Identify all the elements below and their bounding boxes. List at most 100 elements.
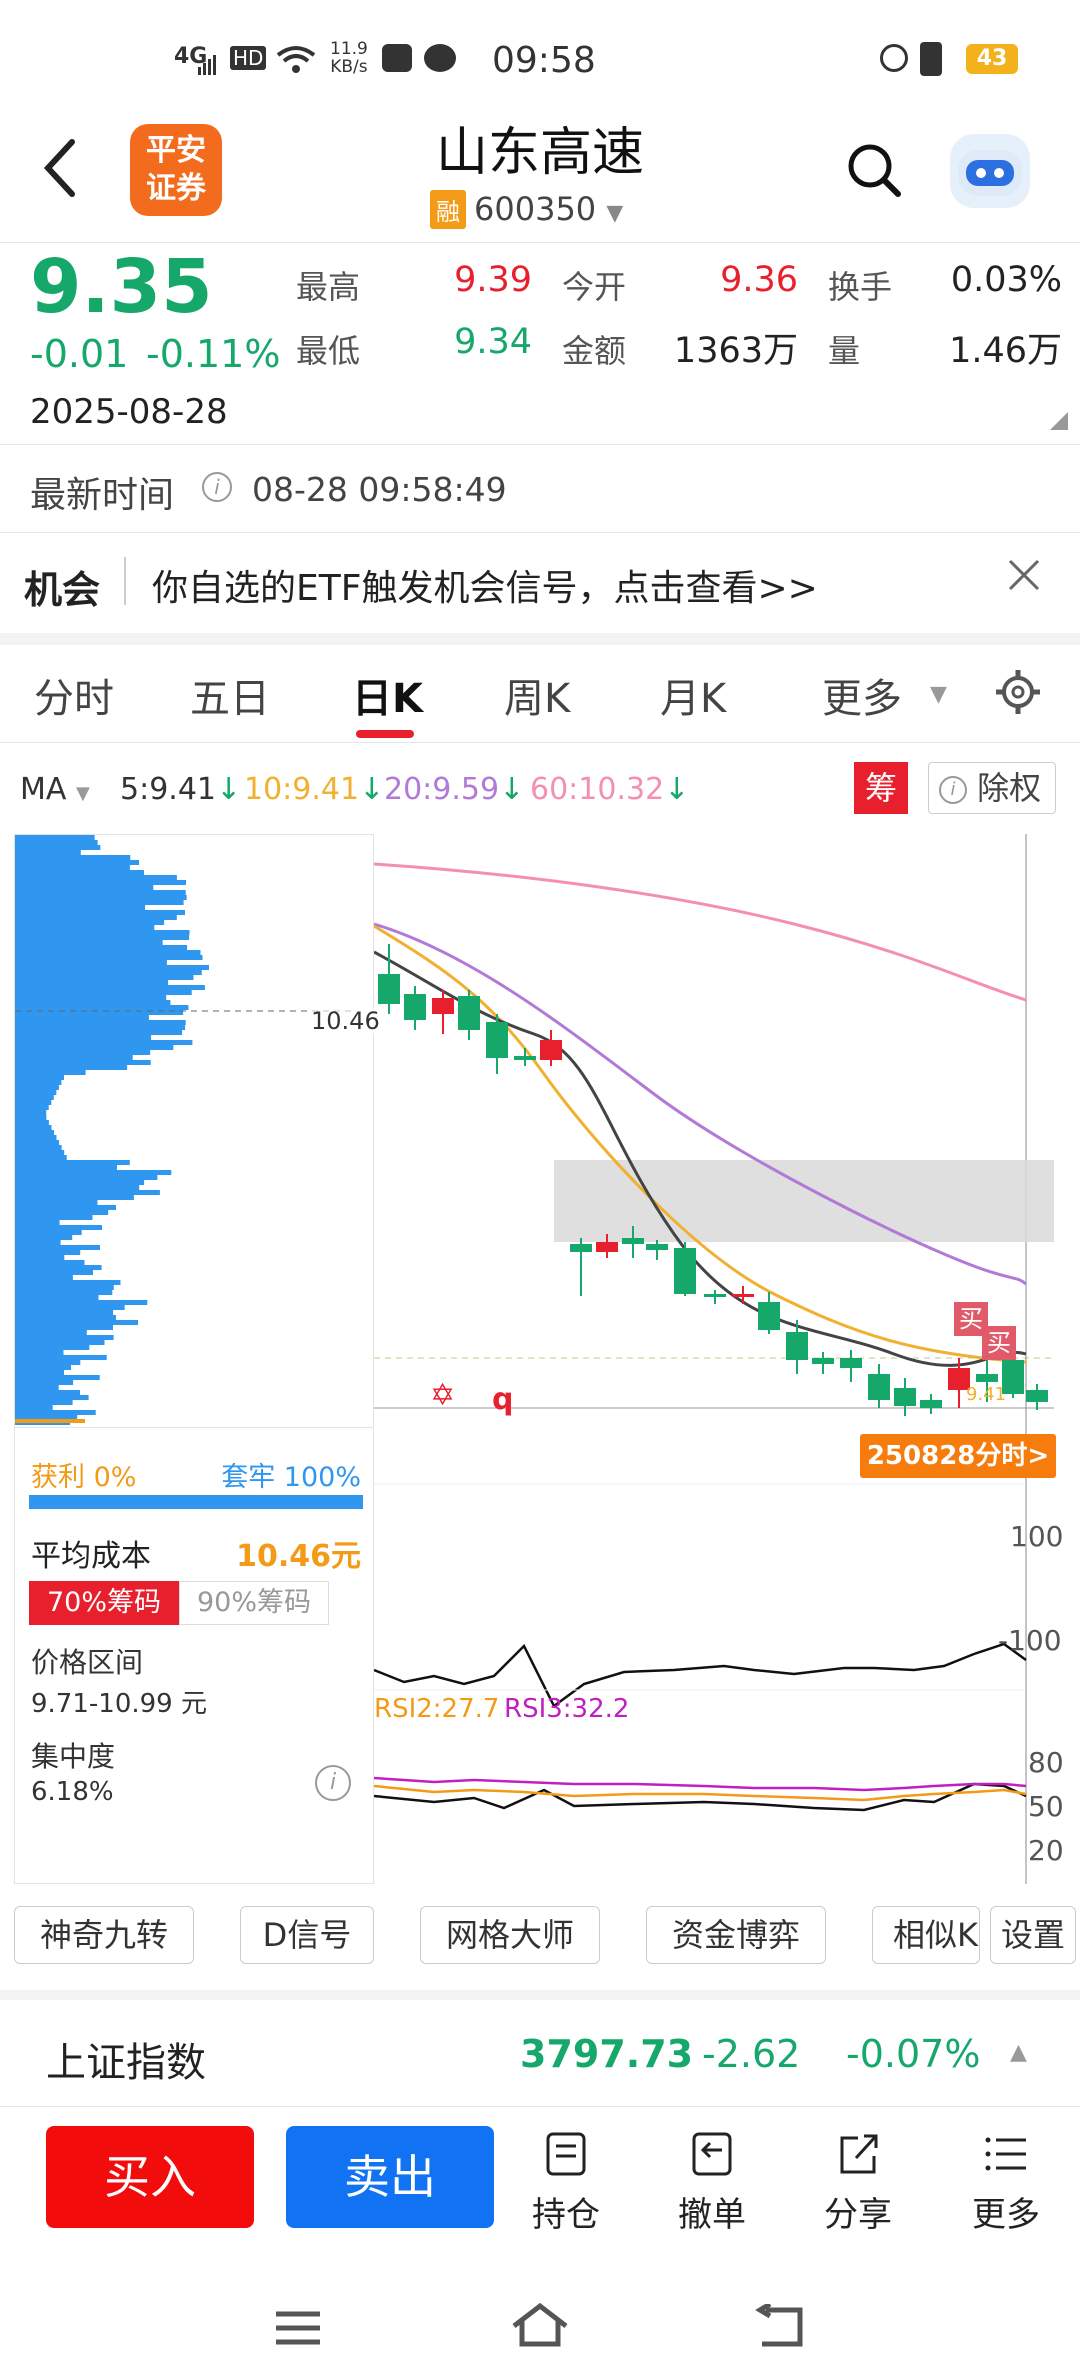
candle-body: [432, 998, 454, 1014]
amount-label: 金额: [562, 332, 627, 370]
chip-90-tab[interactable]: 90%筹码: [179, 1581, 329, 1625]
event-marker-q[interactable]: q: [492, 1382, 513, 1417]
banner-tag: 机会: [24, 568, 101, 612]
alarm-icon: [880, 44, 908, 72]
k-line-chart[interactable]: 250828分时> 100 -100 RSI2:27.7 RSI3:32.2 8…: [373, 834, 1064, 1884]
rsi3-line: [373, 1776, 1027, 1792]
close-icon[interactable]: [1004, 555, 1044, 599]
info-icon: i: [939, 776, 967, 804]
profit-ratio: 获利 0%: [31, 1462, 137, 1493]
ma20-value: 20:9.59↓: [384, 772, 525, 807]
candle-body: [674, 1248, 696, 1294]
chip-price-marker: 10.46: [311, 1007, 380, 1035]
opportunity-banner[interactable]: 机会 你自选的ETF触发机会信号，点击查看>>: [0, 533, 1080, 633]
candle-body: [894, 1388, 916, 1406]
tab-more[interactable]: 更多: [822, 666, 902, 724]
chevron-down-icon: ▼: [75, 783, 90, 804]
gear-icon[interactable]: [994, 668, 1042, 720]
tab-weekly-k[interactable]: 周K: [504, 666, 570, 724]
back-icon[interactable]: [40, 136, 80, 204]
menu-icon: [985, 2137, 1026, 2171]
expand-corner-icon[interactable]: [1050, 412, 1068, 430]
price-change: -0.01: [30, 332, 129, 376]
cancel-order-button[interactable]: 撤单: [662, 2130, 762, 2236]
avg-cost-value: 10.46元: [236, 1539, 361, 1574]
candle-body: [540, 1040, 562, 1060]
tool-settings[interactable]: 设置: [990, 1906, 1076, 1964]
more-button[interactable]: 更多: [956, 2130, 1056, 2236]
vibrate-icon: [920, 42, 942, 76]
tool-grid-master[interactable]: 网格大师: [420, 1906, 600, 1964]
info-icon[interactable]: i: [202, 472, 232, 502]
rsi-80-label: 80: [1028, 1746, 1064, 1779]
share-icon: [840, 2134, 878, 2174]
range-box: [554, 1160, 1054, 1242]
share-button[interactable]: 分享: [808, 2130, 908, 2236]
system-nav-bar: [0, 2284, 1080, 2376]
back-nav-icon[interactable]: [752, 2301, 806, 2354]
low-label: 最低: [296, 332, 361, 370]
ma-selector[interactable]: MA ▼: [20, 772, 90, 807]
ma10-line: [373, 924, 1027, 1364]
amount-value: 1363万: [673, 331, 798, 371]
menu-nav-icon[interactable]: [274, 2308, 322, 2352]
tool-capital-game[interactable]: 资金博弈: [646, 1906, 826, 1964]
candle-body: [378, 974, 400, 1004]
tool-similar-k[interactable]: 相似K: [872, 1906, 980, 1964]
low-value: 9.34: [454, 322, 532, 362]
chevron-up-icon[interactable]: ▲: [1010, 2040, 1027, 2065]
tab-five-day[interactable]: 五日: [190, 666, 270, 724]
turnover-label: 换手: [828, 268, 893, 306]
net-speed: 11.9 KB/s: [330, 39, 368, 77]
chip-distribution-panel: 10.46 获利 0% 套牢 100% 平均成本 10.46元 70%筹码 90…: [14, 834, 380, 1884]
candle-body: [458, 996, 480, 1030]
adjust-rights-button[interactable]: i 除权: [928, 762, 1056, 814]
index-value: 3797.73: [520, 2032, 694, 2076]
index-change-pct: -0.07%: [846, 2032, 981, 2076]
cci-bottom-label: -100: [998, 1624, 1062, 1657]
chip-70-tab[interactable]: 70%筹码: [29, 1581, 179, 1625]
index-change: -2.62: [702, 2032, 801, 2076]
high-label: 最高: [296, 268, 361, 306]
stock-name: 山东高速: [435, 123, 644, 183]
chevron-down-icon: ▼: [606, 201, 624, 226]
open-label: 今开: [562, 268, 627, 306]
rsi-20-label: 20: [1028, 1834, 1064, 1867]
chevron-down-icon: ▼: [930, 682, 947, 707]
tab-monthly-k[interactable]: 月K: [660, 666, 726, 724]
status-bar: 4G HD 11.9 KB/s 09:58 43: [0, 40, 1080, 96]
candle-body: [786, 1332, 808, 1360]
tab-intraday[interactable]: 分时: [34, 666, 114, 724]
update-time-label: 最新时间: [30, 475, 175, 516]
search-icon[interactable]: [846, 142, 902, 202]
market-index-bar[interactable]: 上证指数 3797.73 -2.62 -0.07% ▲: [0, 2000, 1080, 2106]
active-tab-indicator: [356, 730, 414, 738]
tool-d-signal[interactable]: D信号: [240, 1906, 374, 1964]
intraday-link-button[interactable]: 250828分时>: [860, 1434, 1056, 1478]
profit-bar: [29, 1495, 363, 1509]
tab-daily-k[interactable]: 日K: [352, 666, 423, 724]
star-event-icon[interactable]: ✡: [430, 1378, 455, 1413]
candlestick-svg: [373, 834, 1054, 1884]
quote-date: 2025-08-28: [30, 392, 228, 432]
candle-body: [976, 1374, 998, 1382]
rsi2-value: RSI2:27.7: [374, 1694, 500, 1724]
candle-body: [920, 1400, 942, 1408]
hd-badge: HD: [230, 46, 267, 70]
rsi-50-label: 50: [1028, 1790, 1064, 1823]
sell-button[interactable]: 卖出: [286, 2126, 494, 2228]
candle-body: [570, 1244, 592, 1252]
buy-signal-badge[interactable]: 买: [982, 1326, 1016, 1360]
chip-toggle-button[interactable]: 筹: [854, 762, 908, 814]
concentration-label: 集中度: [31, 1740, 116, 1773]
buy-button[interactable]: 买入: [46, 2126, 254, 2228]
info-icon[interactable]: i: [315, 1765, 351, 1801]
candle-body: [758, 1302, 780, 1330]
holdings-button[interactable]: 持仓: [516, 2130, 616, 2236]
signal-icon: [198, 46, 218, 75]
candle-body: [404, 994, 426, 1020]
stock-code-selector[interactable]: 融 600350 ▼: [430, 190, 623, 229]
tool-magic-nine[interactable]: 神奇九转: [14, 1906, 194, 1964]
home-nav-icon[interactable]: [510, 2302, 570, 2352]
robot-assistant-icon[interactable]: [950, 134, 1030, 208]
